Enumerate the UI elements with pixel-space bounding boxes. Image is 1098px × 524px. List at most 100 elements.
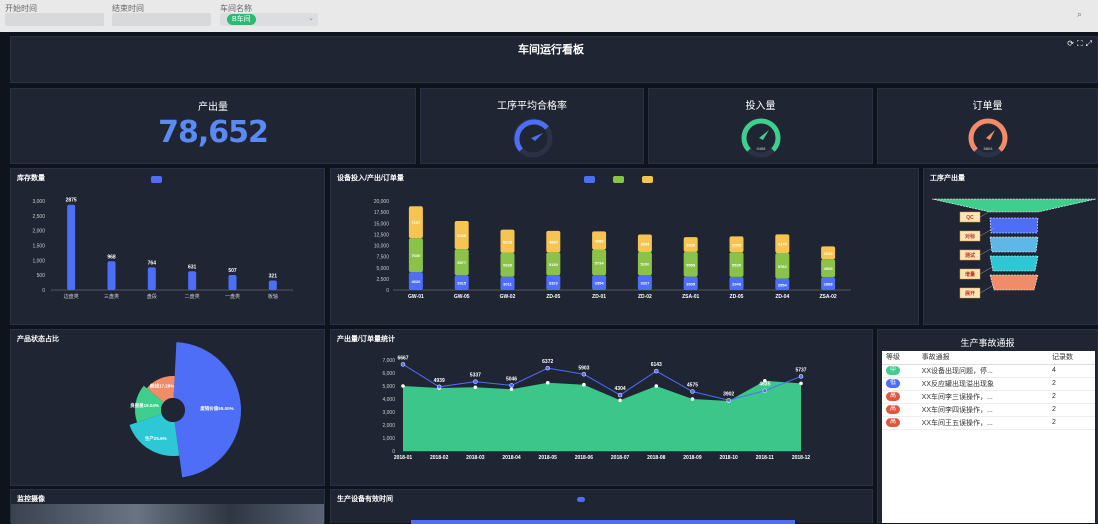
area-point xyxy=(509,387,514,392)
order-title: 订单量 xyxy=(972,101,1003,112)
table-row[interactable]: 高 XX车间李四误操作，... 2 xyxy=(882,403,1095,416)
y-tick-label: 2,500 xyxy=(32,214,45,220)
segment-value-label: 5762 xyxy=(778,264,788,269)
pie-slice-label: 生产25.6% xyxy=(145,435,167,442)
y-tick-label: 0 xyxy=(42,288,45,294)
y-tick-label: 2,500 xyxy=(376,277,389,283)
funnel-stage xyxy=(989,236,1039,253)
process-funnel-chart: QC 对标测试增量展开 xyxy=(931,198,1097,299)
accident-text-cell: XX车间李三误操作，... xyxy=(921,393,993,401)
funnel-leader-line xyxy=(979,284,995,294)
y-tick-label: 6,000 xyxy=(382,371,395,377)
segment-value-label: 5139 xyxy=(549,262,559,267)
start-time-input[interactable] xyxy=(5,13,104,26)
x-tick-label: 板轴 xyxy=(268,293,278,300)
pass-rate-title: 工序平均合格率 xyxy=(497,101,567,112)
segment-value-label: 5734 xyxy=(595,260,605,265)
segment-value-label: 2554 xyxy=(778,282,788,287)
area-point xyxy=(401,384,405,388)
count-cell: 2 xyxy=(1051,406,1056,413)
x-tick-label: ZD-04 xyxy=(775,294,789,300)
accident-text-cell: XX设备出现问题，停... xyxy=(921,367,993,375)
area-point xyxy=(799,381,803,386)
y-tick-label: 12,500 xyxy=(374,232,390,238)
x-tick-label: 2018-02 xyxy=(430,455,449,461)
search-icon[interactable]: ⌕ xyxy=(1077,9,1082,20)
level-cell: 高 xyxy=(882,403,918,416)
order-gauge: 5803 xyxy=(968,118,1008,158)
monitor-panel: 监控摄像 xyxy=(10,489,325,524)
funnel-stage-label: 测试 xyxy=(965,252,975,259)
pie-slice-label: 前线17.28% xyxy=(150,382,174,389)
x-tick-label: 2018-12 xyxy=(792,455,811,461)
funnel-stage xyxy=(931,198,1097,213)
accident-table-wrap: 等级 事故通报 记录数 中 XX设备出现问题，停... 4 低 XX反应罐出现溢出现象 2… xyxy=(882,351,1095,523)
segment-value-label: 3555 xyxy=(732,242,742,247)
table-row[interactable]: 低 XX反应罐出现溢出现象 2 xyxy=(882,377,1095,390)
bar xyxy=(67,204,76,290)
x-tick-label: GW-01 xyxy=(408,294,424,300)
bar-value-label: 321 xyxy=(269,273,278,279)
y-tick-label: 1,000 xyxy=(32,258,45,264)
accident-text-cell: XX车间王五误操作，... xyxy=(921,419,993,427)
bar xyxy=(188,271,197,290)
x-tick-label: 三盘类 xyxy=(104,293,119,300)
end-time-input[interactable] xyxy=(112,13,211,26)
kpi-order: 订单量 5803 xyxy=(877,88,1098,164)
y-tick-label: 7,000 xyxy=(382,358,395,364)
line-value-label: 4939 xyxy=(434,378,445,384)
x-tick-label: ZD-01 xyxy=(592,294,606,300)
accident-title: 生产事故通报 xyxy=(960,338,1015,348)
accident-text-cell: XX反应罐出现溢出现象 xyxy=(921,380,995,388)
title-panel: 车间运行看板 ⟳⛶⤢ xyxy=(10,36,1098,83)
level-badge: 低 xyxy=(886,379,900,388)
table-row[interactable]: 高 XX车间李三误操作，... 2 xyxy=(882,390,1095,403)
page-title: 车间运行看板 xyxy=(518,44,584,56)
segment-value-label: 5558 xyxy=(686,262,696,267)
pie-slice-label: 良很差19.04% xyxy=(130,402,159,409)
equipment-chart: 0 2,500 5,000 7,500 10,000 12,500 15,000 17,500… xyxy=(374,199,851,300)
segment-value-label: 4175 xyxy=(778,242,788,247)
funnel-stage-label: QC xyxy=(966,215,974,221)
y-tick-label: 5,000 xyxy=(376,266,389,272)
x-tick-label: ZD-05 xyxy=(546,294,560,300)
table-row[interactable]: 中 XX设备出现问题，停... 4 xyxy=(882,364,1095,377)
inventory-panel: 库存数量 0 500 1,000 1,500 2,000 2,500 3,000 2875 边盘… xyxy=(10,168,325,325)
line-value-label: 5737 xyxy=(795,367,806,373)
uptime-bar xyxy=(411,520,795,524)
line-value-label: 4304 xyxy=(615,386,626,392)
x-tick-label: 一盘类 xyxy=(225,293,240,300)
area-point xyxy=(545,380,550,385)
bar-value-label: 631 xyxy=(188,264,197,270)
y-tick-label: 20,000 xyxy=(374,199,390,205)
y-tick-label: 1,500 xyxy=(32,244,45,250)
line-value-label: 6667 xyxy=(397,355,408,361)
workshop-tag[interactable]: B车间 xyxy=(227,14,256,25)
segment-value-label: 5338 xyxy=(503,263,513,268)
fullscreen-icon[interactable]: ⤢ xyxy=(1086,39,1095,48)
funnel-stage xyxy=(989,255,1039,272)
input-title: 投入量 xyxy=(745,101,776,112)
table-row[interactable]: 高 XX车间王五误操作，... 2 xyxy=(882,416,1095,429)
status-share-panel: 产品状态占比 废销价值55.00% 生产25.6% 良很差19.04% 前线17.28… xyxy=(10,329,325,486)
expand-icon[interactable]: ⛶ xyxy=(1077,39,1086,48)
segment-value-label: 5205 xyxy=(503,239,513,244)
refresh-icon[interactable]: ⟳ xyxy=(1067,39,1077,48)
funnel-stage-label: 展开 xyxy=(964,290,975,297)
bar-value-label: 2875 xyxy=(66,198,77,204)
chevron-down-icon: ⌄ xyxy=(308,15,314,22)
segment-value-label: 7157 xyxy=(411,220,421,225)
funnel-stage-label: 对标 xyxy=(965,233,975,240)
col-accident: 事故通报 xyxy=(917,351,1048,365)
line-point xyxy=(654,368,659,374)
col-count: 记录数 xyxy=(1047,351,1095,365)
line-point xyxy=(509,383,514,388)
x-tick-label: 2018-05 xyxy=(539,455,558,461)
status-pie-chart: 废销价值55.00% 生产25.6% 良很差19.04% 前线17.28% xyxy=(129,342,242,478)
count-cell: 2 xyxy=(1051,419,1056,426)
level-badge: 高 xyxy=(886,405,900,414)
uptime-legend-swatch[interactable] xyxy=(577,497,585,502)
camera-feed-image[interactable] xyxy=(11,504,324,524)
x-tick-label: 2018-01 xyxy=(394,455,413,461)
level-badge: 中 xyxy=(886,366,900,375)
